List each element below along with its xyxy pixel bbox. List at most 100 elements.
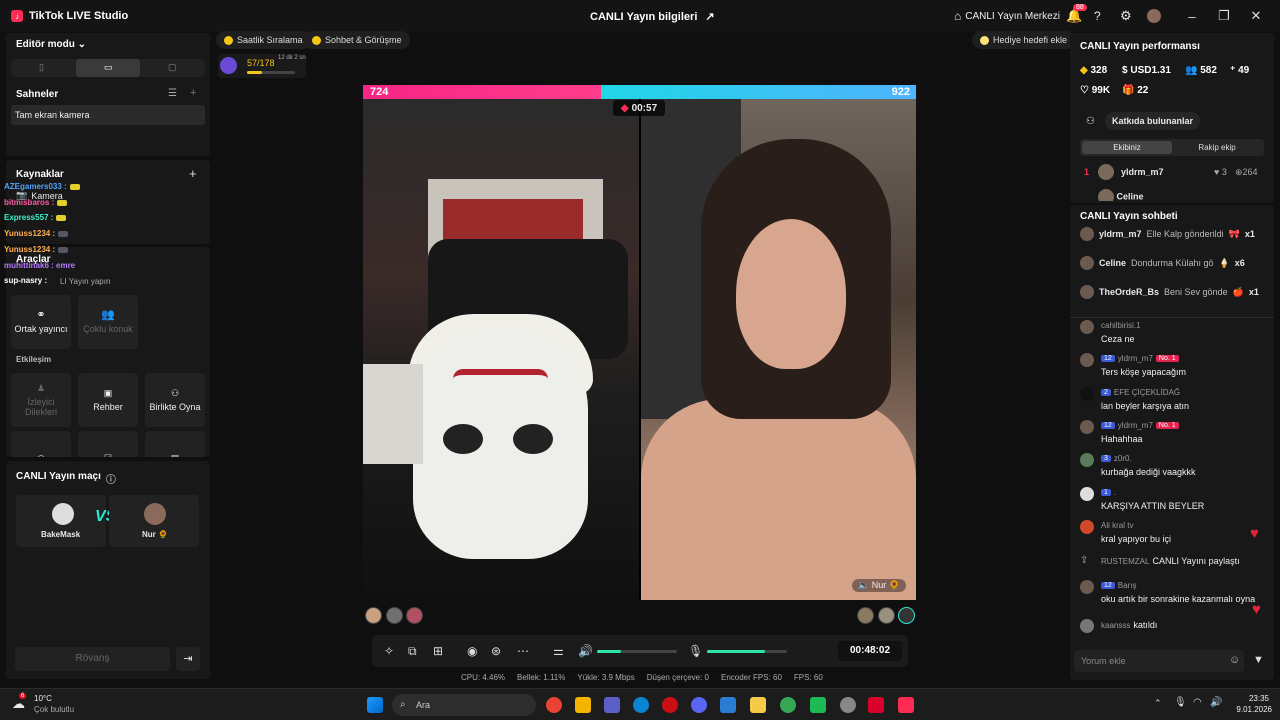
tab-your-team[interactable]: Ekibiniz <box>1082 141 1172 154</box>
hourly-ranking-chip[interactable]: Saatlik Sıralama <box>216 31 311 49</box>
comment-input[interactable]: Yorum ekle <box>1074 650 1244 672</box>
clock-date[interactable]: 9.01.2026 <box>1226 705 1272 714</box>
overlay-icon[interactable]: ⊞ <box>433 644 443 658</box>
overlay-chat-name: muhittinak6 : emre <box>4 261 76 270</box>
clock-time[interactable]: 23:35 <box>1233 694 1269 703</box>
chevron-up-icon[interactable]: ⌃ <box>1154 698 1162 709</box>
emoji-icon[interactable]: ☺ <box>1229 654 1240 666</box>
guide-tile[interactable]: ▣ Rehber <box>78 373 138 427</box>
exit-icon[interactable]: ⇥ <box>176 647 200 671</box>
speaker-muted-icon[interactable]: 🔈 <box>858 580 869 590</box>
magic-wand-icon[interactable]: ✧ <box>384 644 394 658</box>
app-icon[interactable] <box>840 697 856 713</box>
minimize-icon[interactable]: – <box>1176 9 1208 24</box>
youtube-icon[interactable] <box>868 697 884 713</box>
notification-button[interactable]: 🔔 88 <box>1066 0 1087 32</box>
viewer-wishes-tile[interactable]: ♟ İzleyici Dilekleri <box>11 373 71 427</box>
cohost-tile[interactable]: ⚭ Ortak yayıncı <box>11 295 71 349</box>
mic-slider[interactable] <box>707 650 787 653</box>
contributor-row-partial[interactable]: Celine <box>1098 189 1144 201</box>
match-player-right[interactable]: Nur 🌻 <box>109 495 199 547</box>
chat-call-chip[interactable]: Sohbet & Görüşme <box>304 31 410 49</box>
editor-mode-dropdown[interactable]: Editör modu ⌄ <box>16 39 86 50</box>
live-preview[interactable]: 🔈 Nur 🌻 724 922 ◆ 00:57 <box>363 85 916 600</box>
tool-tile-check[interactable]: ☑ <box>78 431 138 457</box>
coin-icon: ◆ <box>1080 65 1088 76</box>
mail-icon[interactable] <box>720 697 736 713</box>
multi-guest-tile[interactable]: 👥 Çoklu konuk <box>78 295 138 349</box>
chat-share-message[interactable]: ⇪ RUSTEMZAL CANLI Yayını paylaştı <box>1080 555 1270 569</box>
weather-temp: 10°C <box>34 694 52 703</box>
volume-tray-icon[interactable]: 🔊 <box>1210 697 1222 708</box>
overlay-chat-name: Express557 : <box>4 213 54 222</box>
windows-taskbar: ☁ 6 10°C Çok bulutlu ⌕ Ara ⌃ 🎙 ◠ 🔊 23:35 … <box>0 688 1280 720</box>
info-icon[interactable]: ⓘ <box>106 471 116 486</box>
avatar <box>1080 453 1094 467</box>
add-scene-icon[interactable]: + <box>190 87 196 99</box>
microphone-tray-icon[interactable]: 🎙 <box>1174 697 1187 708</box>
rematch-button[interactable]: Rövanş <box>15 647 170 671</box>
opera-icon[interactable] <box>662 697 678 713</box>
chat-text: Hahahhaa <box>1101 434 1143 444</box>
wifi-icon[interactable]: ◠ <box>1193 697 1202 708</box>
live-info-label: CANLI Yayın bilgileri <box>590 10 698 23</box>
screen-capture-icon[interactable]: ⧉ <box>408 644 417 659</box>
tiktok-taskbar-icon[interactable] <box>898 697 914 713</box>
level-progress-widget[interactable]: 57/178 12 dk 2 sn <box>218 54 306 78</box>
supporter-avatar[interactable] <box>406 607 423 624</box>
supporter-avatar[interactable] <box>898 607 915 624</box>
profile-avatar[interactable] <box>1147 0 1161 32</box>
gift-goal-chip[interactable]: Hediye hedefi ekle <box>972 31 1076 49</box>
avatar <box>1080 285 1094 299</box>
teams-icon[interactable] <box>604 697 620 713</box>
match-left-name: BakeMask <box>41 530 81 539</box>
chat-join-message[interactable]: kaansss katıldı <box>1080 619 1270 633</box>
help-icon[interactable]: ? <box>1094 0 1101 32</box>
contributors-button[interactable]: Katkıda bulunanlar <box>1105 112 1201 130</box>
add-source-icon[interactable]: + <box>189 166 197 181</box>
tab-rival-team[interactable]: Rakip ekip <box>1172 141 1262 154</box>
portrait-icon[interactable]: ▯ <box>39 62 44 73</box>
scene-list-icon[interactable]: ☰ <box>168 88 177 99</box>
lightbulb-icon <box>980 35 989 45</box>
multi-guest-label: Çoklu konuk <box>83 324 133 334</box>
supporter-avatar[interactable] <box>857 607 874 624</box>
live-center-button[interactable]: ⌂ CANLI Yayın Merkezi <box>954 0 1060 32</box>
speaker-icon[interactable]: 🔊 <box>578 644 593 658</box>
audio-mixer-icon[interactable]: ⚌ <box>553 644 564 658</box>
supporter-avatar[interactable] <box>365 607 382 624</box>
supporter-avatar[interactable] <box>878 607 895 624</box>
more-options-icon[interactable]: ⋯ <box>517 644 529 658</box>
close-icon[interactable]: ✕ <box>1240 8 1272 24</box>
edge-icon[interactable] <box>633 697 649 713</box>
supporter-avatar[interactable] <box>386 607 403 624</box>
volume-slider[interactable] <box>597 650 677 653</box>
nur-avatar <box>144 503 166 525</box>
microphone-icon[interactable]: 🎙 <box>688 644 703 658</box>
tool-tile-target[interactable]: ◎ <box>11 431 71 457</box>
maximize-icon[interactable]: ❐ <box>1208 8 1240 24</box>
photos-icon[interactable] <box>575 697 591 713</box>
dual-layout-icon[interactable]: ▢ <box>168 62 177 73</box>
taskbar-search[interactable]: ⌕ Ara <box>392 694 536 716</box>
filter-icon[interactable]: ▼ <box>1253 654 1264 666</box>
home-icon: ⌂ <box>954 9 962 23</box>
play-together-tile[interactable]: ⚇ Birlikte Oyna <box>145 373 205 427</box>
app-icon[interactable] <box>810 697 826 713</box>
settings-gear-icon[interactable]: ⚙ <box>1120 0 1132 32</box>
match-player-left[interactable]: BakeMask <box>16 495 106 547</box>
chrome-active-icon[interactable] <box>780 697 796 713</box>
scene-item-fullscreen-camera[interactable]: Tam ekran kamera <box>11 105 205 125</box>
notification-badge: 88 <box>1073 4 1087 11</box>
tool-tile-box[interactable]: ▤ <box>145 431 205 457</box>
windows-start-icon[interactable] <box>367 697 383 713</box>
record-icon[interactable]: ◉ <box>467 644 477 658</box>
contributor-row[interactable]: 1 yldrm_m7 ♥ 3 ⊕264 <box>1080 164 1264 182</box>
folder-icon[interactable] <box>750 697 766 713</box>
chrome-icon[interactable] <box>546 697 562 713</box>
chat-username-text: kaansss <box>1101 620 1131 630</box>
discord-icon[interactable] <box>691 697 707 713</box>
camera-switch-icon[interactable]: ⊛ <box>491 644 501 658</box>
live-info-button[interactable]: CANLI Yayın bilgileri ↗ <box>590 10 715 24</box>
overlay-chat-item: Yunuss1234 : <box>4 229 69 238</box>
